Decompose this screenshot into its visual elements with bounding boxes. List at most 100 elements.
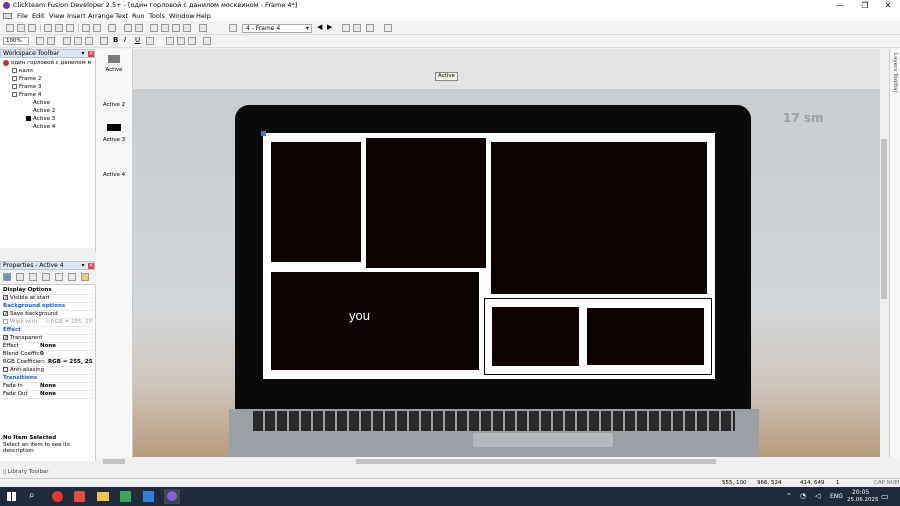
- checkbox-checked[interactable]: ✓: [3, 311, 8, 317]
- clock-date[interactable]: 25.06.2025: [847, 497, 879, 503]
- save-icon[interactable]: [28, 24, 36, 32]
- menu-insert[interactable]: Insert: [67, 11, 86, 21]
- tree-item-active-3[interactable]: Active 3: [26, 115, 55, 123]
- clickteam-fusion-taskbar-button[interactable]: [164, 489, 180, 504]
- display-tab-icon[interactable]: [16, 273, 24, 281]
- tree-item-active[interactable]: Active: [26, 99, 50, 107]
- runtime-tab-icon[interactable]: [68, 273, 76, 281]
- new-icon[interactable]: [6, 24, 14, 32]
- tree-root[interactable]: один горловой с данилом м: [3, 59, 92, 67]
- menu-file[interactable]: File: [17, 11, 28, 21]
- align-center-icon[interactable]: [177, 37, 185, 45]
- horizontal-scrollbar[interactable]: [96, 458, 880, 465]
- checkbox-unchecked[interactable]: [3, 367, 8, 372]
- close-icon[interactable]: ×: [88, 51, 94, 57]
- italic-button[interactable]: I: [124, 36, 126, 44]
- scroll-thumb[interactable]: [356, 459, 716, 464]
- minimize-button[interactable]: —: [829, 0, 851, 11]
- align-right-icon[interactable]: [188, 37, 196, 45]
- underline-button[interactable]: U: [135, 36, 140, 44]
- library-toolbar-tab[interactable]: ▯ Library Toolbar: [3, 468, 63, 477]
- run-application-icon[interactable]: [108, 24, 116, 32]
- about-tab-icon[interactable]: [81, 273, 89, 281]
- menu-window[interactable]: Window: [169, 11, 195, 21]
- settings-tab-icon[interactable]: [3, 273, 11, 281]
- fade-out-row[interactable]: Fade Out None: [3, 390, 93, 399]
- menu-view[interactable]: View: [49, 11, 64, 21]
- frame-view-icon[interactable]: [366, 24, 374, 32]
- values-tab-icon[interactable]: [42, 273, 50, 281]
- run-frame-icon[interactable]: [124, 24, 132, 32]
- layers-toolbar-tab[interactable]: Layers Toolbar: [889, 49, 900, 457]
- storyboard-editor-icon[interactable]: [150, 24, 158, 32]
- data-elements-icon[interactable]: [199, 24, 207, 32]
- microsoft-store-icon[interactable]: [143, 491, 154, 502]
- bold-button[interactable]: B: [113, 36, 118, 44]
- menu-tools[interactable]: Tools: [149, 11, 165, 21]
- frame-select-dropdown[interactable]: 4 - Frame 4 ▾: [242, 24, 312, 33]
- menu-run[interactable]: Run: [132, 11, 144, 21]
- language-indicator[interactable]: ENG: [830, 493, 843, 500]
- align-left-icon[interactable]: [166, 37, 174, 45]
- build-icon[interactable]: [135, 24, 143, 32]
- crop-icon[interactable]: [203, 37, 211, 45]
- layer-icon[interactable]: [63, 37, 71, 45]
- events-tab-icon[interactable]: [55, 273, 63, 281]
- undo-icon[interactable]: [82, 24, 90, 32]
- workspace-scrollbar[interactable]: [0, 248, 95, 253]
- frame-area[interactable]: 17 sm you: [133, 89, 880, 457]
- object-view-icon[interactable]: [74, 37, 82, 45]
- paste-icon[interactable]: [66, 24, 74, 32]
- object-thumbnail-active-3[interactable]: [107, 124, 121, 131]
- event-list-editor-icon[interactable]: [183, 24, 191, 32]
- frame-editor-icon[interactable]: [161, 24, 169, 32]
- insert-object-icon[interactable]: [342, 24, 350, 32]
- notification-icon[interactable]: ▭: [881, 492, 889, 501]
- system-menu-icon[interactable]: [3, 13, 12, 19]
- copy-icon[interactable]: [55, 24, 63, 32]
- tree-item-frame-3[interactable]: Frame 3: [12, 83, 41, 91]
- menu-edit[interactable]: Edit: [32, 11, 45, 21]
- tree-item-active-4[interactable]: Active 4: [26, 123, 55, 131]
- volume-icon[interactable]: ◁: [815, 492, 820, 500]
- open-icon[interactable]: [17, 24, 25, 32]
- text-color-icon[interactable]: [146, 37, 154, 45]
- object-view-2-icon[interactable]: [85, 37, 93, 45]
- zoom-icon[interactable]: [47, 37, 55, 45]
- menu-text[interactable]: Text: [115, 11, 128, 21]
- tray-chevron-icon[interactable]: ⌃: [786, 492, 792, 500]
- checkbox-unchecked[interactable]: [3, 319, 8, 324]
- menu-help[interactable]: Help: [196, 11, 211, 21]
- search-icon[interactable]: ⌕: [29, 490, 35, 501]
- windows-start-icon[interactable]: [7, 492, 16, 501]
- redo-icon[interactable]: [93, 24, 101, 32]
- object-list-scroll-thumb[interactable]: [103, 459, 125, 464]
- frame-properties-icon[interactable]: [229, 24, 237, 32]
- zoom-dropdown[interactable]: 100%: [3, 37, 29, 45]
- network-icon[interactable]: ◔: [800, 492, 806, 500]
- clock-time[interactable]: 20:05: [852, 489, 869, 496]
- selection-handle[interactable]: [261, 131, 266, 136]
- yandex-icon[interactable]: [74, 491, 85, 502]
- file-explorer-icon[interactable]: [97, 492, 109, 501]
- scroll-thumb[interactable]: [881, 139, 887, 299]
- align-icon[interactable]: [384, 24, 392, 32]
- next-frame-icon[interactable]: ▶: [327, 23, 332, 31]
- frame-editor[interactable]: Active 17 sm you: [133, 49, 880, 457]
- tree-item-frame-4[interactable]: Frame 4: [12, 91, 41, 99]
- app-icon[interactable]: [120, 491, 131, 502]
- object-thumbnail-active[interactable]: [108, 55, 120, 63]
- pin-icon[interactable]: ▾: [80, 263, 86, 269]
- yandex-browser-icon[interactable]: [52, 491, 63, 502]
- grid-icon[interactable]: [353, 24, 361, 32]
- vertical-scrollbar[interactable]: [880, 49, 888, 457]
- maximize-button[interactable]: ❐: [854, 0, 876, 11]
- checkbox-checked[interactable]: ✓: [3, 335, 8, 341]
- size-tab-icon[interactable]: [29, 273, 37, 281]
- checkbox-checked[interactable]: ✓: [3, 295, 8, 301]
- previous-frame-icon[interactable]: ◀: [317, 23, 322, 31]
- font-icon[interactable]: [100, 37, 108, 45]
- hand-icon[interactable]: [36, 37, 44, 45]
- active-4-object[interactable]: you: [261, 131, 715, 379]
- tree-item-frame-2[interactable]: Frame 2: [12, 75, 41, 83]
